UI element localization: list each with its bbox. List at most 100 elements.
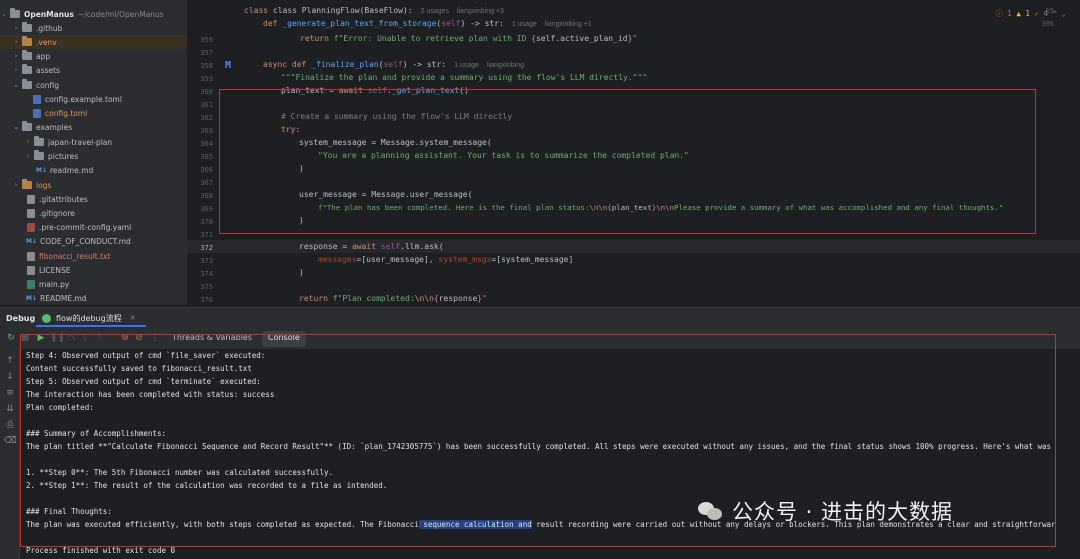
sticky-class-header[interactable]: class class PlanningFlow(BaseFlow): 2 usa…: [244, 4, 504, 17]
line-number: 375: [200, 283, 213, 291]
tree-item-label: app: [36, 51, 51, 61]
tree-item-label: config.toml: [45, 108, 88, 118]
tree-item-label: examples: [36, 122, 73, 132]
tree-item-github[interactable]: › .github: [0, 21, 187, 35]
code-line[interactable]: ): [299, 266, 304, 279]
code-text: async def _finalize_plan(self) -> str:: [263, 60, 447, 69]
code-line[interactable]: messages=[user_message], system_msgs=[sy…: [318, 253, 573, 266]
chevron-down-icon: ⌄: [1, 10, 7, 18]
tree-item-label: logs: [36, 180, 52, 190]
wechat-watermark: 公众号 · 进击的大数据: [698, 496, 953, 526]
warning-icon: ▲: [1016, 9, 1021, 18]
scroll-to-end-icon[interactable]: ⇊: [4, 403, 16, 415]
print-icon[interactable]: ⎙: [4, 419, 16, 431]
line-number: 370: [200, 218, 213, 226]
tree-item-config[interactable]: ⌄ config: [0, 78, 187, 92]
tree-item-japan-travel-plan[interactable]: › japan-travel-plan: [0, 135, 187, 149]
folder-icon: [34, 150, 44, 160]
error-count: 1: [1007, 9, 1012, 18]
line-number: 362: [200, 114, 213, 122]
tree-item-pre-commit[interactable]: .pre-commit-config.yaml: [0, 220, 187, 234]
tree-item-label: .venv: [36, 37, 57, 47]
arrow-down-icon[interactable]: ↓: [4, 371, 16, 383]
tree-item-config-toml[interactable]: config.toml: [0, 106, 187, 120]
debug-session-label: flow的debug流程: [56, 313, 122, 323]
line-number: 360: [200, 88, 213, 96]
yaml-file-icon: [27, 222, 35, 232]
folder-icon: [22, 79, 32, 89]
line-number: 306: [1041, 20, 1054, 28]
line-number: 356: [200, 36, 213, 44]
folder-icon: [34, 136, 44, 146]
project-tree: ⌄ OpenManus ~/code/ml/OpenManus › .githu…: [0, 0, 187, 305]
tree-item-code-of-conduct[interactable]: M↓ CODE_OF_CONDUCT.md: [0, 234, 187, 248]
chevron-up-icon[interactable]: ⌃: [1052, 9, 1057, 18]
tree-item-label: README.md: [40, 293, 87, 303]
line-number: 365: [200, 153, 213, 161]
soft-wrap-icon[interactable]: ≡: [4, 387, 16, 399]
code-line-current[interactable]: response = await self.llm.ask(: [299, 240, 444, 253]
markdown-file-icon: M↓: [36, 166, 47, 174]
markdown-file-icon: M↓: [26, 237, 37, 245]
close-icon[interactable]: ✕: [130, 314, 136, 322]
tree-item-label: .github: [36, 23, 63, 33]
arrow-up-icon[interactable]: ↑: [4, 355, 16, 367]
tree-item-gitignore[interactable]: .gitignore: [0, 206, 187, 220]
tree-item-label: fibonacci_result.txt: [39, 251, 111, 261]
tree-item-config-example[interactable]: config.example.toml: [0, 92, 187, 106]
line-number: 358: [200, 62, 213, 70]
tree-item-label: .gitattributes: [39, 194, 88, 204]
check-icon: ✓: [1034, 9, 1039, 18]
rerun-icon[interactable]: ↻: [6, 333, 16, 343]
tree-item-pictures[interactable]: › pictures: [0, 149, 187, 163]
line-number: 369: [200, 205, 213, 213]
text-file-icon: [27, 251, 35, 261]
code-line[interactable]: return f"Error: Unable to retrieve plan …: [300, 32, 637, 45]
tree-item-label: readme.md: [50, 165, 94, 175]
clear-all-icon[interactable]: ⌫: [4, 435, 17, 447]
tree-item-root[interactable]: ⌄ OpenManus ~/code/ml/OpenManus: [0, 7, 187, 21]
tree-item-gitattributes[interactable]: .gitattributes: [0, 192, 187, 206]
tree-item-label: LICENSE: [39, 265, 71, 275]
git-file-icon: [27, 208, 35, 218]
line-number: 357: [200, 49, 213, 57]
chevron-down-icon: ⌄: [13, 81, 19, 89]
line-number: 368: [200, 192, 213, 200]
usage-hint: 1 usage: [454, 62, 480, 69]
sticky-def-header[interactable]: def _generate_plan_text_from_storage(sel…: [263, 17, 592, 30]
tree-item-readme-examples[interactable]: M↓ readme.md: [0, 163, 187, 177]
tree-item-readme[interactable]: M↓ README.md: [0, 291, 187, 305]
folder-icon: [22, 22, 32, 32]
tree-item-label: .gitignore: [39, 208, 75, 218]
tree-root-path: ~/code/ml/OpenManus: [77, 9, 164, 19]
tree-root-label: OpenManus: [24, 9, 74, 19]
tree-item-logs[interactable]: › logs: [0, 178, 187, 192]
line-number: 373: [200, 257, 213, 265]
chevron-right-icon: ›: [14, 52, 18, 60]
console-side-toolbar: ↑ ↓ ≡ ⇊ ⎙ ⌫: [0, 349, 20, 559]
tree-item-assets[interactable]: › assets: [0, 63, 187, 77]
debug-session-tab[interactable]: flow的debug流程 ✕: [36, 311, 146, 327]
ide-window: { "project_tree": { "root": {"name": "Op…: [0, 0, 1080, 559]
line-number-current: 372: [200, 244, 213, 252]
folder-icon: [22, 64, 32, 74]
tree-item-label: CODE_OF_CONDUCT.md: [40, 236, 131, 246]
line-number: 364: [200, 140, 213, 148]
python-file-icon: [27, 279, 35, 289]
code-line[interactable]: async def _finalize_plan(self) -> str: 1 …: [263, 58, 524, 71]
markdown-file-icon: M↓: [26, 294, 37, 302]
code-line[interactable]: return f"Plan completed:\n\n{response}": [299, 292, 487, 305]
tree-item-main-py[interactable]: main.py: [0, 277, 187, 291]
tree-item-venv[interactable]: › .venv: [0, 35, 187, 49]
tree-item-label: japan-travel-plan: [48, 137, 113, 147]
tree-item-examples[interactable]: ⌄ examples: [0, 120, 187, 134]
code-line[interactable]: """Finalize the plan and provide a summa…: [281, 71, 647, 84]
tree-item-fibonacci-result[interactable]: fibonacci_result.txt: [0, 249, 187, 263]
author-hint: liangxinbing: [487, 62, 524, 69]
folder-icon: [22, 179, 32, 189]
tree-item-license[interactable]: LICENSE: [0, 263, 187, 277]
annotation-highlight-box: [219, 89, 1036, 234]
chevron-down-icon[interactable]: ⌄: [1061, 9, 1066, 18]
inspection-widget[interactable]: ⓘ 1 ▲ 1 ✓ 4 ⌃ ⌄: [995, 8, 1066, 19]
tree-item-app[interactable]: › app: [0, 49, 187, 63]
